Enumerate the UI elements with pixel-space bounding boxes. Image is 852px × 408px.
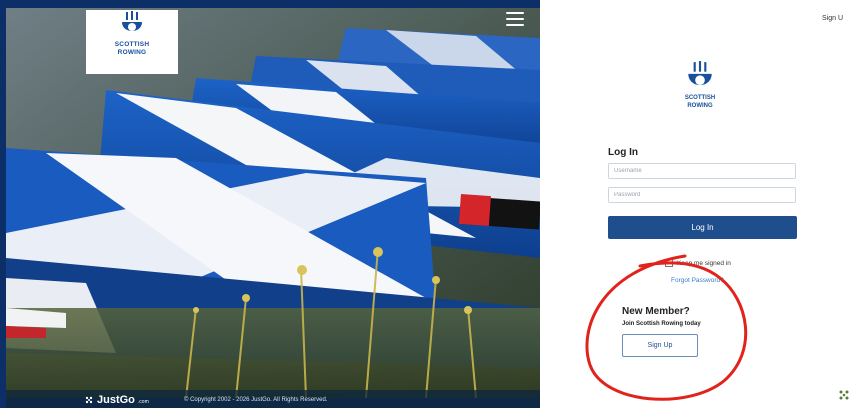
hero-panel: SCOTTISH ROWING bbox=[0, 0, 540, 408]
sign-up-top-link[interactable]: Sign U bbox=[822, 15, 843, 22]
rowing-crest-icon bbox=[122, 11, 142, 31]
main-logo-line2: ROWING bbox=[687, 102, 713, 109]
new-member-subtitle: Join Scottish Rowing today bbox=[622, 321, 701, 327]
justgo-logo-icon bbox=[85, 396, 93, 404]
username-input[interactable] bbox=[608, 163, 796, 179]
main-logo: SCOTTISH ROWING bbox=[677, 60, 723, 122]
sign-up-button[interactable]: Sign Up bbox=[622, 334, 698, 357]
login-button[interactable]: Log In bbox=[608, 216, 797, 239]
logo-box[interactable]: SCOTTISH ROWING bbox=[86, 10, 178, 74]
keep-signed-in-label: Keep me signed in bbox=[677, 259, 731, 267]
login-title: Log In bbox=[608, 147, 638, 158]
forgot-password-link[interactable]: Forgot Password? bbox=[671, 277, 724, 284]
justgo-brand[interactable]: JustGo .com bbox=[84, 394, 149, 406]
keep-signed-in-checkbox[interactable] bbox=[665, 259, 673, 267]
justgo-suffix: .com bbox=[137, 398, 149, 405]
rowing-crest-icon bbox=[688, 61, 712, 85]
password-input[interactable] bbox=[608, 187, 796, 203]
logo-text-line1: SCOTTISH bbox=[114, 41, 150, 48]
new-member-title: New Member? bbox=[622, 306, 690, 317]
justgo-name: JustGo bbox=[97, 394, 135, 406]
logo-text-line2: ROWING bbox=[117, 49, 147, 56]
copyright-text: © Copyright 2002 - 2026 JustGo. All Righ… bbox=[184, 397, 328, 403]
main-logo-line1: SCOTTISH bbox=[684, 95, 716, 101]
justgo-corner-icon bbox=[839, 390, 849, 400]
keep-signed-in-row[interactable]: Keep me signed in bbox=[665, 259, 731, 267]
hamburger-icon[interactable] bbox=[506, 12, 524, 26]
